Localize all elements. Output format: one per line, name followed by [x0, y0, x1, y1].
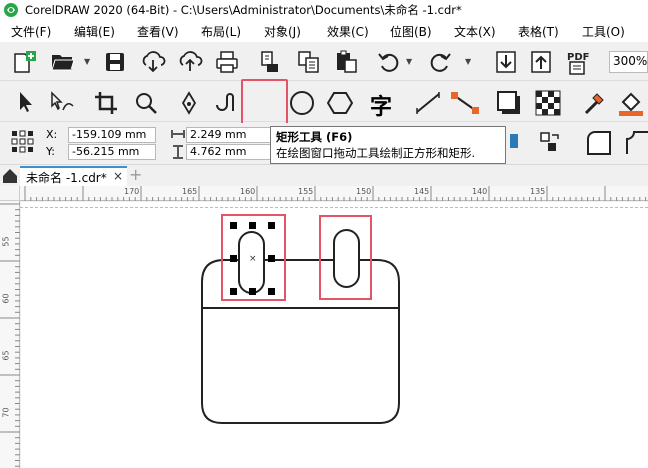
hruler-tick-label: 150 [356, 187, 372, 196]
menu-effects[interactable]: 效果(C) [324, 23, 372, 40]
tab-document-label: 未命名 -1.cdr* [26, 171, 107, 185]
zoom-tool-icon[interactable] [134, 91, 158, 115]
standard-toolbar: ▼ ▼ ▼ PDF [0, 43, 648, 81]
hruler-tick-label: 140 [472, 187, 488, 196]
open-folder-icon[interactable] [50, 51, 76, 73]
horizontal-ruler[interactable]: 170 165 160 155 150 145 140 135 [20, 186, 648, 201]
undo-icon[interactable] [377, 51, 401, 73]
transparency-tool-icon[interactable] [535, 90, 561, 116]
paste-icon[interactable] [334, 50, 358, 74]
text-tool-icon[interactable]: 字 [370, 89, 392, 121]
x-label: X: [46, 128, 58, 141]
publish-pdf-icon[interactable]: PDF [566, 49, 594, 77]
crop-tool-icon[interactable] [94, 91, 118, 115]
connector-tool-icon[interactable] [450, 91, 480, 115]
menu-table[interactable]: 表格(T) [515, 23, 562, 40]
title-bar: CorelDRAW 2020 (64-Bit) - C:\Users\Admin… [0, 0, 648, 20]
y-position-input[interactable]: -56.215 mm [68, 144, 156, 160]
polygon-tool-icon[interactable] [327, 90, 353, 116]
hruler-tick-label: 145 [414, 187, 430, 196]
coreldraw-logo-icon [4, 3, 18, 17]
home-icon[interactable] [0, 166, 20, 186]
new-document-icon[interactable] [12, 50, 38, 74]
pick-tool-icon[interactable] [16, 90, 36, 114]
hruler-tick-label: 165 [182, 187, 198, 196]
redo-icon[interactable] [428, 51, 452, 73]
rectangle-tool-tooltip: 矩形工具 (F6) 在绘图窗口拖动工具绘制正方形和矩形. [270, 126, 506, 164]
print-icon[interactable] [215, 50, 241, 74]
ruler-corner[interactable] [0, 186, 20, 201]
dimension-tool-icon[interactable] [414, 91, 442, 115]
tab-close-icon[interactable]: × [113, 169, 123, 183]
menu-view[interactable]: 查看(V) [134, 23, 182, 40]
menu-bitmaps[interactable]: 位图(B) [387, 23, 435, 40]
mirror-icon[interactable] [538, 130, 562, 154]
shape-tool-icon[interactable] [49, 90, 75, 114]
menu-bar: 文件(F) 编辑(E) 查看(V) 布局(L) 对象(J) 效果(C) 位图(B… [0, 20, 648, 42]
vruler-tick-label: 55 [1, 236, 11, 247]
tab-document[interactable]: 未命名 -1.cdr* × [20, 166, 127, 186]
hruler-tick-label: 170 [124, 187, 140, 196]
width-icon [171, 128, 185, 140]
ellipse-tool-icon[interactable] [289, 90, 315, 116]
y-label: Y: [46, 145, 55, 158]
lock-ratio-icon[interactable] [509, 132, 519, 150]
drop-shadow-tool-icon[interactable] [496, 90, 522, 116]
object-origin-icon[interactable] [10, 129, 36, 155]
undo-dropdown-icon[interactable]: ▼ [406, 57, 412, 66]
cloud-upload-icon[interactable] [177, 51, 203, 73]
left-capsule-highlight [221, 214, 286, 301]
redo-dropdown-icon[interactable]: ▼ [465, 57, 471, 66]
tooltip-body: 在绘图窗口拖动工具绘制正方形和矩形. [276, 146, 476, 160]
artistic-media-tool-icon[interactable] [213, 91, 235, 115]
right-capsule-highlight [319, 215, 372, 300]
vruler-tick-label: 70 [1, 407, 11, 418]
interactive-fill-tool-icon[interactable] [618, 89, 644, 117]
corner-round-icon[interactable] [585, 129, 613, 157]
import-icon[interactable] [495, 50, 517, 74]
copy-icon[interactable] [297, 50, 321, 74]
export-icon[interactable] [530, 50, 552, 74]
height-icon [171, 145, 185, 159]
rectangle-tool-highlight [241, 79, 288, 126]
menu-tools[interactable]: 工具(O) [579, 23, 628, 40]
document-tab-bar: 未命名 -1.cdr* × + [0, 166, 648, 186]
coreldraw-window: CorelDRAW 2020 (64-Bit) - C:\Users\Admin… [0, 0, 648, 468]
open-dropdown-icon[interactable]: ▼ [84, 57, 90, 66]
vruler-tick-label: 65 [1, 350, 11, 361]
freehand-tool-icon[interactable] [178, 91, 200, 115]
page-border [20, 207, 648, 208]
menu-layout[interactable]: 布局(L) [198, 23, 244, 40]
height-input[interactable]: 4.762 mm [186, 144, 276, 160]
save-icon[interactable] [104, 51, 126, 73]
hruler-tick-label: 135 [530, 187, 546, 196]
zoom-level-input[interactable]: 300% [609, 51, 648, 73]
vertical-ruler[interactable]: 55 60 65 70 [0, 201, 20, 468]
toolbox: 字 [0, 82, 648, 200]
tooltip-title: 矩形工具 (F6) [276, 130, 353, 144]
menu-text[interactable]: 文本(X) [451, 23, 499, 40]
add-tab-icon[interactable]: + [129, 167, 142, 183]
width-input[interactable]: 2.249 mm [186, 127, 276, 143]
window-title: CorelDRAW 2020 (64-Bit) - C:\Users\Admin… [25, 3, 462, 17]
cloud-download-icon[interactable] [140, 51, 166, 73]
corner-scallop-icon[interactable] [624, 129, 648, 157]
x-position-input[interactable]: -159.109 mm [68, 127, 156, 143]
eyedropper-tool-icon[interactable] [583, 90, 607, 116]
menu-edit[interactable]: 编辑(E) [71, 23, 118, 40]
vruler-tick-label: 60 [1, 293, 11, 304]
hruler-tick-label: 160 [240, 187, 256, 196]
menu-object[interactable]: 对象(J) [261, 23, 304, 40]
cut-icon[interactable] [259, 50, 281, 74]
hruler-tick-label: 155 [298, 187, 314, 196]
menu-file[interactable]: 文件(F) [8, 23, 54, 40]
